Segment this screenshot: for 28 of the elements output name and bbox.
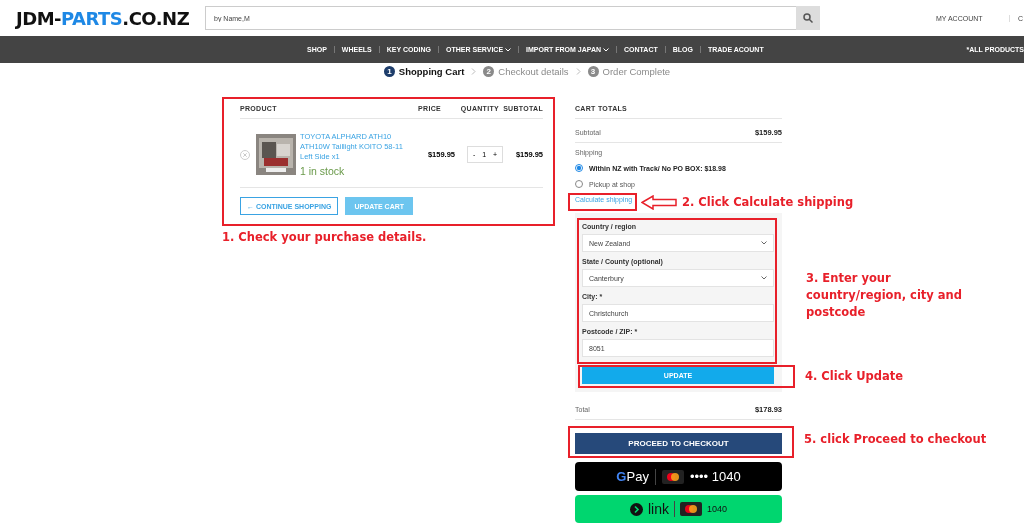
checkout-step[interactable]: 2 Checkout details [483,65,569,77]
chevron-down-icon [761,241,767,245]
card-icon [661,469,684,484]
annotation-text: 1. Check your purchase details. [222,229,427,246]
site-logo[interactable]: JDM-PARTS.CO.NZ [16,7,191,29]
arrow-icon [641,195,677,210]
step-number: 3 [587,65,599,77]
checkout-button[interactable]: PROCEED TO CHECKOUT [575,433,782,454]
search-button[interactable] [796,6,820,30]
chevron-down-icon [761,276,767,280]
annotation-text: 3. Enter your country/region, city and postcode [806,270,963,321]
google-pay-button[interactable]: GPay •••• 1040 [575,462,782,491]
chevron-right-icon [471,67,477,75]
annotation-text: 2. Click Calculate shipping [682,194,854,211]
highlight-frame [568,193,637,211]
stock-status: 1 in stock [300,165,346,177]
link-pay-button[interactable]: link 1040 [575,495,782,523]
search-icon [803,13,813,23]
step-number: 1 [383,65,395,77]
checkout-step[interactable]: 3 Order Complete [587,65,671,77]
chevron-right-icon [575,67,581,75]
step-number: 2 [483,65,495,77]
card-icon [680,502,702,516]
annotation-text: 4. Click Update [805,368,904,385]
checkout-step[interactable]: 1 Shopping Cart [383,65,465,77]
radio-button[interactable] [575,180,583,188]
radio-button[interactable] [575,164,583,172]
annotation-text: 5. click Proceed to checkout [804,431,987,448]
